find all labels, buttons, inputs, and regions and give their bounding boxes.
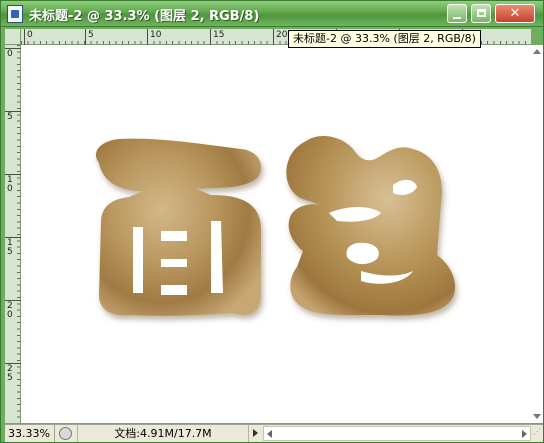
vertical-scrollbar[interactable] [531,45,543,423]
ruler-v-tick: 15 [5,237,21,257]
document-size-info: 文档:4.91M/17.7M [77,425,249,442]
maximize-icon [477,9,486,17]
ruler-v-tick: 0 [5,48,21,59]
status-info-icon[interactable] [59,427,72,440]
ruler-h-tick: 10 [147,29,161,45]
ruler-v-tick: 20 [5,300,21,320]
ruler-h-tick: 0 [24,29,33,45]
photoshop-document-icon [7,5,23,23]
status-menu-arrow-icon[interactable] [253,429,258,437]
minimize-button[interactable] [447,4,467,23]
bread-text-artwork [95,135,456,316]
document-window: 未标题-2 @ 33.3% (图层 2, RGB/8) ✕ 0 5 10 15 … [0,0,544,443]
scroll-right-icon[interactable] [522,430,527,438]
ruler-h-tick: 20 [273,29,287,45]
window-title: 未标题-2 @ 33.3% (图层 2, RGB/8) [29,9,260,24]
scroll-up-icon[interactable] [533,49,541,54]
ruler-v-tick: 25 [5,363,21,383]
character-bao [286,135,456,316]
vertical-ruler[interactable]: 0 5 10 15 20 25 [5,45,21,423]
title-bar[interactable]: 未标题-2 @ 33.3% (图层 2, RGB/8) ✕ [1,1,543,27]
close-icon: ✕ [509,6,521,21]
status-bar: 33.33% 文档:4.91M/17.7M ⋰ [5,424,543,442]
ruler-h-tick: 15 [210,29,224,45]
ruler-origin[interactable] [5,29,21,45]
close-button[interactable]: ✕ [495,4,535,23]
scroll-left-icon[interactable] [267,430,272,438]
ruler-v-tick: 10 [5,174,21,194]
ruler-h-tick: 5 [85,29,94,45]
zoom-level[interactable]: 33.33% [5,425,55,442]
scroll-down-icon[interactable] [533,414,541,419]
maximize-button[interactable] [471,4,491,23]
title-tooltip: 未标题-2 @ 33.3% (图层 2, RGB/8) [288,30,481,48]
ruler-v-tick: 5 [5,111,21,122]
horizontal-scrollbar[interactable] [263,426,531,441]
minimize-icon [453,17,461,19]
character-mian [95,138,262,316]
document-canvas[interactable] [21,45,531,423]
resize-grip-icon[interactable]: ⋰ [533,427,543,441]
